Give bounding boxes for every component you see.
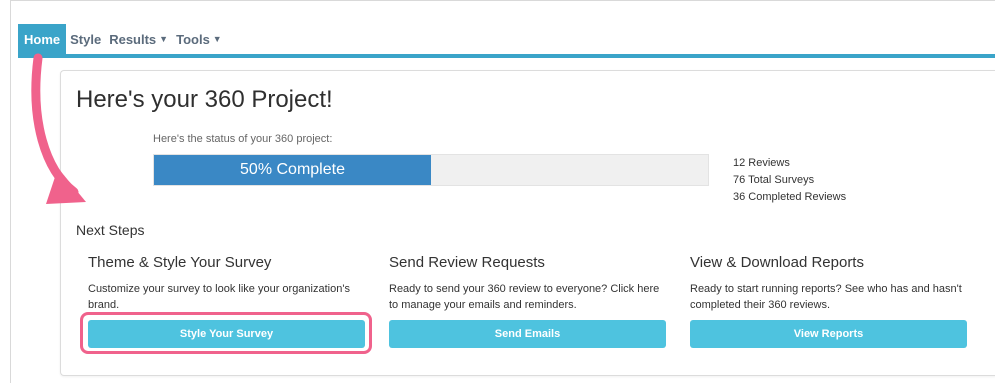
style-your-survey-button[interactable]: Style Your Survey [88,320,365,348]
stat-total-surveys: 76 Total Surveys [733,174,815,186]
step-description: Customize your survey to look like your … [88,283,350,311]
view-reports-button[interactable]: View Reports [690,320,967,348]
caret-down-icon: ▼ [212,34,222,44]
step-style-survey: Theme & Style Your Survey Customize your… [88,254,366,348]
project-stats: 12 Reviews 76 Total Surveys 36 Completed… [733,155,846,206]
step-view-reports: View & Download Reports Ready to start r… [690,254,968,348]
step-description: Ready to start running reports? See who … [690,283,962,311]
nav-home-label: Home [24,31,61,47]
nav-tools-label: Tools [176,31,210,47]
next-steps-heading: Next Steps [76,222,145,238]
stat-reviews: 12 Reviews [733,157,790,169]
page-title: Here's your 360 Project! [76,86,333,113]
send-emails-button[interactable]: Send Emails [389,320,666,348]
top-navbar: Home Style Results ▼ Tools ▼ [18,24,995,54]
nav-style[interactable]: Style [66,24,105,54]
step-title: Theme & Style Your Survey [88,254,272,271]
nav-results-label: Results [109,31,157,47]
step-title: Send Review Requests [389,254,545,271]
status-label: Here's the status of your 360 project: [153,133,333,145]
nav-divider [18,54,995,58]
step-title: View & Download Reports [690,254,864,271]
nav-results[interactable]: Results ▼ [105,24,172,54]
progress-bar: 50% Complete [153,154,709,186]
nav-style-label: Style [70,31,102,47]
progress-label: 50% Complete [240,161,345,178]
step-send-requests: Send Review Requests Ready to send your … [389,254,667,348]
nav-home[interactable]: Home [18,24,67,54]
stat-completed-reviews: 36 Completed Reviews [733,191,847,203]
nav-tools[interactable]: Tools ▼ [172,24,226,54]
step-description: Ready to send your 360 review to everyon… [389,283,660,311]
caret-down-icon: ▼ [159,34,169,44]
